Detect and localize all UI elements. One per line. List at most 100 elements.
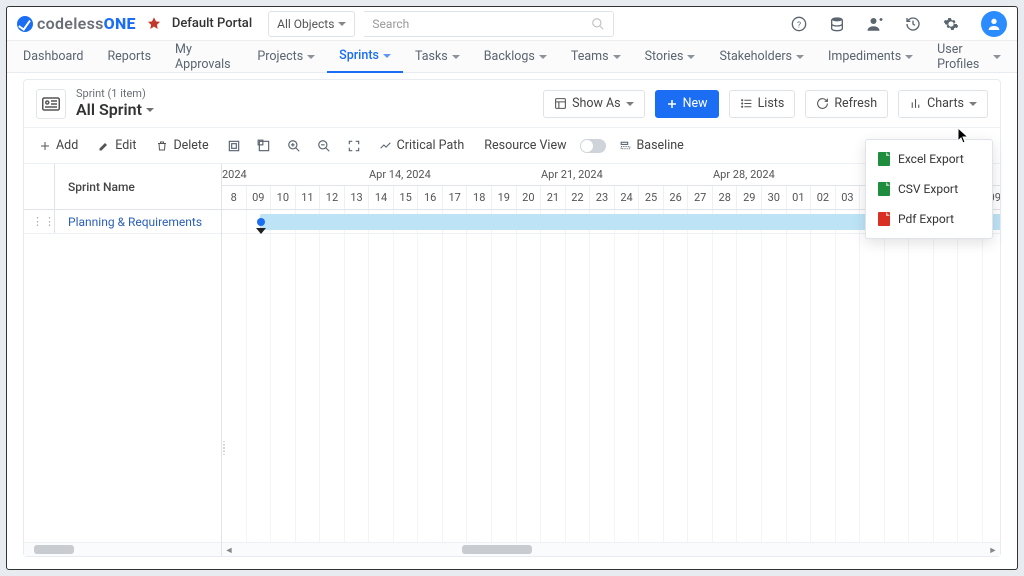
delete-button[interactable]: Delete [149, 132, 215, 160]
nav-tab-user-profiles[interactable]: User Profiles [925, 41, 1013, 73]
logo-text-gray: codeless [37, 14, 104, 33]
history-icon[interactable] [904, 15, 922, 33]
collapse-icon [257, 139, 271, 153]
nav-tab-stories[interactable]: Stories [633, 41, 708, 73]
nav-tab-backlogs[interactable]: Backlogs [472, 41, 559, 73]
day-cell: 28 [713, 186, 738, 209]
chart-icon [909, 97, 922, 110]
chevron-down-icon [905, 55, 913, 59]
chevron-down-icon [539, 55, 547, 59]
page-title[interactable]: All Sprint [76, 101, 154, 119]
export-item-label: Pdf Export [898, 212, 954, 226]
gantt-chart: Sprint Name ⋮⋮Planning & Requirements ⋮⋮… [24, 164, 1000, 542]
month-label: 2024 [222, 168, 247, 181]
zoom-fit-button[interactable] [342, 132, 366, 160]
nav-tab-tasks[interactable]: Tasks [403, 41, 472, 73]
svg-text:?: ? [797, 20, 801, 30]
path-icon [379, 139, 392, 152]
zoom-fit-icon [347, 139, 361, 153]
search-placeholder: Search [372, 17, 591, 31]
csv-file-icon [878, 182, 890, 196]
app-logo[interactable]: codelessONE [17, 14, 136, 33]
day-cell: 19 [492, 186, 517, 209]
day-cell: 11 [296, 186, 321, 209]
day-cell: 01 [787, 186, 812, 209]
search-input[interactable]: Search [364, 11, 614, 37]
chevron-down-icon [969, 102, 977, 106]
content-panel: Sprint (1 item) All Sprint Show As New L… [23, 79, 1001, 557]
help-icon[interactable]: ? [790, 15, 808, 33]
new-button[interactable]: New [655, 90, 719, 118]
nav-tab-sprints[interactable]: Sprints [327, 41, 403, 73]
logo-text-blue: ONE [104, 14, 136, 33]
charts-button[interactable]: Charts [898, 90, 988, 118]
pdf-file-icon [878, 212, 890, 226]
day-cell: 25 [639, 186, 664, 209]
expand-all-button[interactable] [222, 132, 246, 160]
card-icon [36, 89, 66, 119]
resource-view-switch[interactable] [580, 139, 606, 153]
nav-tab-stakeholders[interactable]: Stakeholders [707, 41, 816, 73]
scroll-left-icon[interactable]: ◄ [224, 545, 234, 555]
nav-tab-teams[interactable]: Teams [559, 41, 633, 73]
pencil-icon [98, 140, 110, 152]
user-add-icon[interactable] [866, 15, 884, 33]
drag-handle-icon[interactable]: ⋮⋮ [32, 215, 56, 228]
chevron-down-icon [338, 22, 346, 26]
day-cell: 14 [369, 186, 394, 209]
critical-path-button[interactable]: Critical Path [372, 132, 472, 160]
left-scrollbar[interactable] [24, 542, 222, 556]
zoom-out-button[interactable] [312, 132, 336, 160]
layout-icon [554, 97, 567, 110]
nav-tab-my-approvals[interactable]: My Approvals [163, 41, 245, 73]
zoom-in-icon [287, 139, 301, 153]
month-label: Apr 21, 2024 [541, 168, 603, 181]
resource-view-toggle[interactable]: Resource View [477, 132, 573, 160]
day-cell: 09 [247, 186, 272, 209]
excel-file-icon [878, 152, 890, 166]
nav-tab-reports[interactable]: Reports [95, 41, 163, 73]
edit-button[interactable]: Edit [91, 132, 143, 160]
gantt-left-row[interactable]: ⋮⋮Planning & Requirements [24, 210, 221, 234]
add-button[interactable]: Add [32, 132, 85, 160]
settings-icon[interactable] [942, 15, 960, 33]
list-icon [740, 97, 753, 110]
plus-icon [666, 98, 678, 110]
nav-tab-dashboard[interactable]: Dashboard [11, 41, 95, 73]
export-pdf-item[interactable]: Pdf Export [866, 204, 992, 234]
page-subtitle: Sprint (1 item) [76, 88, 154, 101]
day-cell: 18 [467, 186, 492, 209]
portal-label[interactable]: Default Portal [172, 16, 252, 31]
nav-tab-impediments[interactable]: Impediments [816, 41, 925, 73]
nav-tab-projects[interactable]: Projects [245, 41, 327, 73]
day-cell: 29 [737, 186, 762, 209]
day-cell: 24 [615, 186, 640, 209]
chevron-down-icon [796, 55, 804, 59]
lists-button[interactable]: Lists [729, 90, 796, 118]
export-excel-item[interactable]: Excel Export [866, 144, 992, 174]
database-icon[interactable] [828, 15, 846, 33]
export-csv-item[interactable]: CSV Export [866, 174, 992, 204]
day-cell: 22 [566, 186, 591, 209]
logo-mark-icon [17, 16, 33, 32]
baseline-button[interactable]: Baseline [612, 132, 691, 160]
scroll-right-icon[interactable]: ► [988, 545, 998, 555]
chevron-down-icon [993, 55, 1001, 59]
bar-start-handle[interactable] [257, 218, 265, 226]
zoom-in-button[interactable] [282, 132, 306, 160]
object-select-label: All Objects [277, 17, 334, 31]
trash-icon [156, 140, 168, 152]
day-cell: 13 [345, 186, 370, 209]
user-avatar[interactable] [981, 11, 1007, 37]
show-as-button[interactable]: Show As [543, 90, 645, 118]
object-select[interactable]: All Objects [268, 11, 355, 37]
page-header: Sprint (1 item) All Sprint Show As New L… [24, 80, 1000, 128]
day-cell: 10 [271, 186, 296, 209]
timeline-scrollbar[interactable]: ◄ ► [222, 542, 1000, 556]
chevron-down-icon [383, 54, 391, 58]
portal-icon [146, 16, 162, 32]
collapse-all-button[interactable] [252, 132, 276, 160]
refresh-button[interactable]: Refresh [805, 90, 888, 118]
day-cell: 26 [664, 186, 689, 209]
expand-icon [227, 139, 241, 153]
